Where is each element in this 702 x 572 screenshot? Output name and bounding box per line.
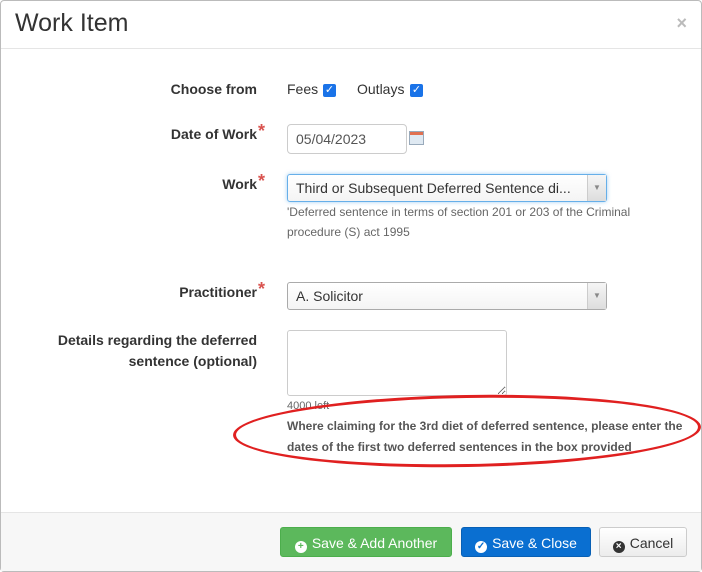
chevron-down-icon: ▼ [587, 283, 606, 309]
date-input[interactable]: 05/04/2023 [287, 124, 407, 154]
outlays-label: Outlays [357, 81, 405, 97]
details-textarea[interactable] [287, 330, 507, 396]
times-circle-icon: × [612, 541, 625, 553]
cancel-button[interactable]: × Cancel [599, 527, 687, 557]
required-marker: * [258, 121, 266, 141]
save-add-label: Save & Add Another [311, 535, 438, 551]
work-select-value: Third or Subsequent Deferred Sentence di… [296, 180, 571, 196]
date-of-work-label: Date of Work [170, 126, 257, 142]
save-add-another-button[interactable]: + Save & Add Another [280, 527, 452, 557]
close-icon[interactable]: × [676, 13, 687, 34]
details-label: Details regarding the deferred sentence … [57, 332, 257, 369]
required-marker: * [258, 171, 266, 191]
work-item-modal: Work Item × Choose from Fees ✓ Outlays ✓… [0, 0, 702, 572]
choose-from-label: Choose from [170, 81, 257, 97]
work-help-text: 'Deferred sentence in terms of section 2… [287, 205, 631, 239]
practitioner-select[interactable]: A. Solicitor ▼ [287, 282, 607, 310]
practitioner-label: Practitioner [179, 284, 257, 300]
check-circle-icon: ✓ [475, 541, 488, 553]
modal-header: Work Item × [1, 1, 701, 49]
fees-label: Fees [287, 81, 319, 97]
outlays-checkbox[interactable]: ✓ [410, 84, 423, 97]
modal-title: Work Item [15, 9, 129, 37]
chevron-down-icon: ▼ [587, 175, 606, 201]
work-label: Work [222, 176, 257, 192]
cancel-label: Cancel [629, 535, 674, 551]
required-marker: * [258, 279, 266, 299]
plus-circle-icon: + [294, 541, 307, 553]
practitioner-select-value: A. Solicitor [296, 288, 363, 304]
fees-checkbox[interactable]: ✓ [323, 84, 336, 97]
work-select[interactable]: Third or Subsequent Deferred Sentence di… [287, 174, 607, 202]
calendar-icon[interactable] [409, 131, 424, 145]
save-close-button[interactable]: ✓ Save & Close [461, 527, 591, 557]
save-close-label: Save & Close [492, 535, 577, 551]
